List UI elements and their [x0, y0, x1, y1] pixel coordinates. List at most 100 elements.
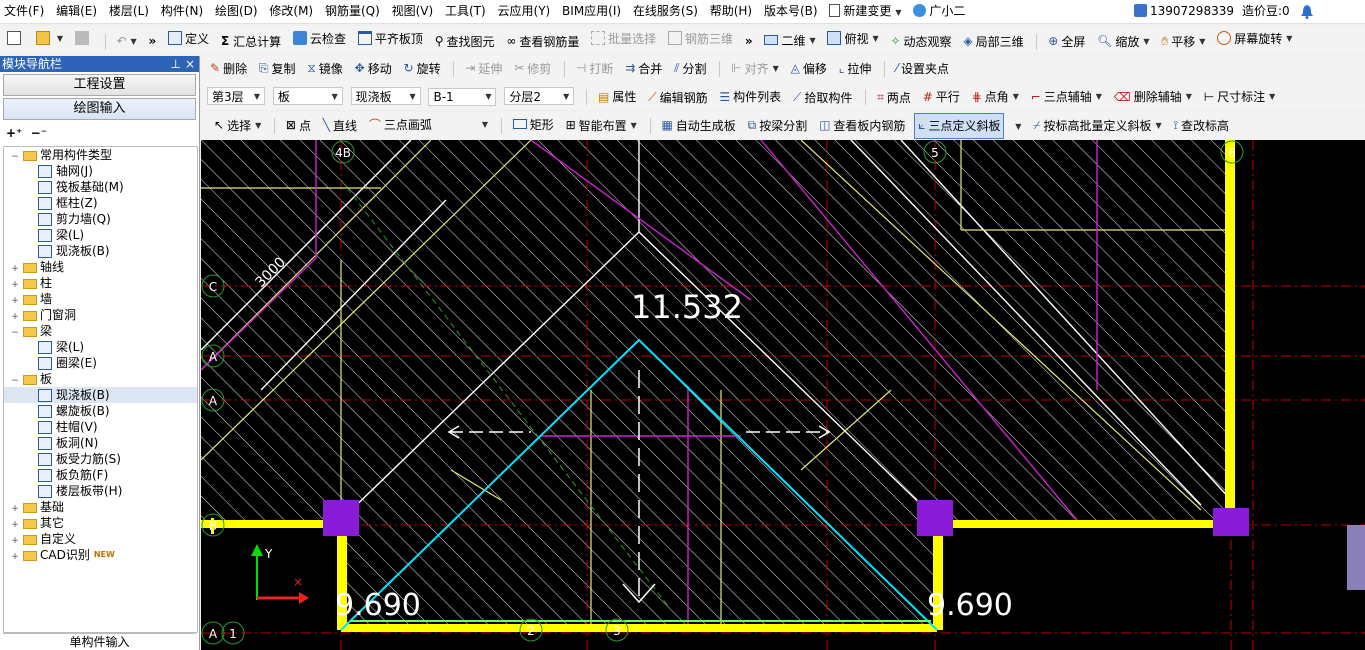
line-draw-button[interactable]: ╲ 直线	[320, 113, 360, 137]
dimension-dropdown[interactable]: ⊢ 尺寸标注 ▼	[1201, 88, 1279, 106]
set-grip-button[interactable]: ⁄ 设置夹点	[893, 56, 952, 80]
tree-item[interactable]: + 其它	[4, 515, 197, 531]
break-button[interactable]: ⊣ 打断	[573, 56, 616, 80]
tree-item[interactable]: 板洞(N)	[4, 435, 197, 451]
trim-button[interactable]: ✂ 修剪	[511, 56, 554, 80]
cloud-check-button[interactable]: 云检查	[290, 26, 349, 50]
move-button[interactable]: ✥ 移动	[352, 56, 395, 80]
tree-item[interactable]: − 常用构件类型	[4, 147, 197, 163]
menu-help[interactable]: 帮助(H)	[706, 0, 756, 22]
auto-generate-slab-button[interactable]: ▦ 自动生成板	[658, 113, 738, 137]
tree-item[interactable]: 现浇板(B)	[4, 387, 197, 403]
drawing-input-button[interactable]: 绘图输入	[3, 98, 196, 120]
copy-button[interactable]: ⎘ 复制	[256, 57, 299, 81]
toolbar-overflow-icon[interactable]: »	[742, 29, 756, 52]
menu-modify[interactable]: 修改(M)	[265, 0, 317, 22]
new-file-button[interactable]	[4, 26, 27, 50]
tree-item[interactable]: 现浇板(B)	[4, 243, 197, 259]
menu-component[interactable]: 构件(N)	[157, 0, 207, 22]
three-point-arc-dropdown[interactable]: ⌒ 三点画弧 ▼	[366, 113, 491, 137]
type-select[interactable]: 现浇板 ▼	[350, 87, 421, 105]
local-3d-button[interactable]: ◈ 局部三维	[960, 29, 1026, 52]
three-point-axis-dropdown[interactable]: ⌐ 三点辅轴 ▼	[1028, 88, 1105, 106]
tree-item[interactable]: + CAD识别 NEW	[4, 547, 197, 563]
menu-draw[interactable]: 绘图(D)	[211, 0, 262, 22]
point-angle-dropdown[interactable]: ⋕ 点角 ▼	[969, 88, 1022, 106]
properties-button[interactable]: ▤ 属性	[595, 88, 639, 106]
tree-item[interactable]: 框柱(Z)	[4, 195, 197, 211]
view-2d-dropdown[interactable]: 二维 ▼	[761, 28, 818, 52]
select-dropdown[interactable]: ↖ 选择 ▼	[211, 113, 264, 137]
tree-item[interactable]: 柱帽(V)	[4, 419, 197, 435]
view-rebar-qty-button[interactable]: ∞ 查看钢筋量	[503, 29, 582, 52]
point-draw-button[interactable]: ⊠ 点	[283, 113, 314, 137]
screen-rotate-dropdown[interactable]: 屏幕旋转 ▼	[1214, 26, 1295, 50]
menu-floor[interactable]: 楼层(L)	[105, 0, 153, 22]
tree-item[interactable]: + 基础	[4, 499, 197, 515]
parallel-axis-button[interactable]: # 平行	[920, 88, 963, 106]
tree-item[interactable]: 螺旋板(B)	[4, 403, 197, 419]
new-change-button[interactable]: 新建变更 ▼	[825, 0, 905, 23]
menu-file[interactable]: 文件(F)	[0, 0, 48, 22]
find-element-button[interactable]: ⚲ 查找图元	[432, 29, 498, 52]
toolbar-overflow-icon[interactable]: »	[146, 29, 160, 52]
project-settings-button[interactable]: 工程设置	[3, 74, 196, 96]
save-button[interactable]	[72, 26, 95, 50]
menu-bim[interactable]: BIM应用(I)	[558, 0, 625, 22]
rotate-button[interactable]: ↻ 旋转	[401, 56, 444, 80]
menu-version[interactable]: 版本号(B)	[760, 0, 822, 22]
three-point-sloped-slab-button[interactable]: ⟀ 三点定义斜板	[914, 112, 1005, 139]
tree-item[interactable]: 梁(L)	[4, 227, 197, 243]
merge-button[interactable]: ⇉ 合并	[622, 56, 665, 80]
menu-view[interactable]: 视图(V)	[388, 0, 438, 22]
align-dropdown[interactable]: ⊩ 对齐 ▼	[728, 56, 782, 80]
extend-button[interactable]: ⇥ 延伸	[462, 56, 505, 80]
layer-select[interactable]: 分层2 ▼	[504, 87, 575, 105]
mirror-button[interactable]: ⧖ 镜像	[304, 57, 345, 81]
edit-rebar-button[interactable]: ⟋ 编辑钢筋	[645, 88, 710, 106]
menu-cloud[interactable]: 云应用(Y)	[494, 0, 555, 22]
category-select[interactable]: 板 ▼	[272, 87, 343, 105]
tree-item[interactable]: + 门窗洞	[4, 307, 197, 323]
menu-rebar[interactable]: 钢筋量(Q)	[321, 0, 384, 22]
change-elevation-button[interactable]: ⟟ 查改标高	[1170, 114, 1231, 138]
tree-item[interactable]: 板受力筋(S)	[4, 451, 197, 467]
single-component-input-button[interactable]: 单构件输入	[3, 633, 196, 650]
tree-item[interactable]: − 梁	[4, 323, 197, 339]
user-account[interactable]: 13907298339	[1130, 0, 1238, 22]
tree-item[interactable]: − 板	[4, 371, 197, 387]
component-list-button[interactable]: ☰ 构件列表	[716, 88, 784, 106]
close-icon[interactable]: ×	[185, 56, 195, 72]
tree-item[interactable]: + 轴线	[4, 259, 197, 275]
expand-all-icon[interactable]: +⁺	[6, 126, 22, 140]
collapse-all-icon[interactable]: −⁻	[31, 126, 47, 140]
expand-icon[interactable]: +	[10, 549, 20, 565]
dynamic-orbit-button[interactable]: ✧ 动态观察	[887, 29, 954, 52]
undo-button[interactable]: ↶ ▼	[113, 29, 139, 52]
tree-item[interactable]: 圈梁(E)	[4, 355, 197, 371]
offset-button[interactable]: ◬ 偏移	[788, 56, 830, 80]
bell-icon[interactable]	[1300, 4, 1314, 22]
tree-item[interactable]: 轴网(J)	[4, 163, 197, 179]
rectangle-draw-button[interactable]: 矩形	[510, 112, 557, 136]
fullscreen-button[interactable]: ⊕ 全屏	[1045, 29, 1088, 52]
stretch-button[interactable]: ⌞ 拉伸	[836, 56, 875, 80]
align-slab-top-button[interactable]: 平齐板顶	[355, 26, 426, 50]
summary-calc-button[interactable]: Σ 汇总计算	[218, 29, 284, 52]
drawing-canvas[interactable]: 4B 5 6 C A A B 1 2 3 A 3000 11.532 9.690…	[201, 140, 1365, 650]
delete-button[interactable]: ✎ 删除	[207, 56, 250, 80]
smart-layout-dropdown[interactable]: ⊞ 智能布置 ▼	[563, 113, 640, 137]
floor-select[interactable]: 第3层 ▼	[207, 87, 265, 105]
menu-edit[interactable]: 编辑(E)	[52, 0, 101, 22]
menu-tools[interactable]: 工具(T)	[441, 0, 490, 22]
menu-online[interactable]: 在线服务(S)	[629, 0, 702, 22]
sloped-slab-options-dropdown[interactable]: ▼	[1008, 115, 1024, 139]
tree-item[interactable]: 梁(L)	[4, 339, 197, 355]
define-button[interactable]: 定义	[165, 26, 212, 50]
pin-icon[interactable]: ⊥	[171, 56, 181, 72]
batch-sloped-slab-dropdown[interactable]: ⌿ 按标高批量定义斜板 ▼	[1030, 114, 1164, 138]
view-slab-rebar-button[interactable]: ◫ 查看板内钢筋	[816, 113, 908, 137]
two-point-axis-button[interactable]: ⌗ 两点	[874, 88, 914, 106]
tree-item[interactable]: 楼层板带(H)	[4, 483, 197, 499]
pick-component-button[interactable]: ⟋ 拾取构件	[790, 88, 855, 106]
